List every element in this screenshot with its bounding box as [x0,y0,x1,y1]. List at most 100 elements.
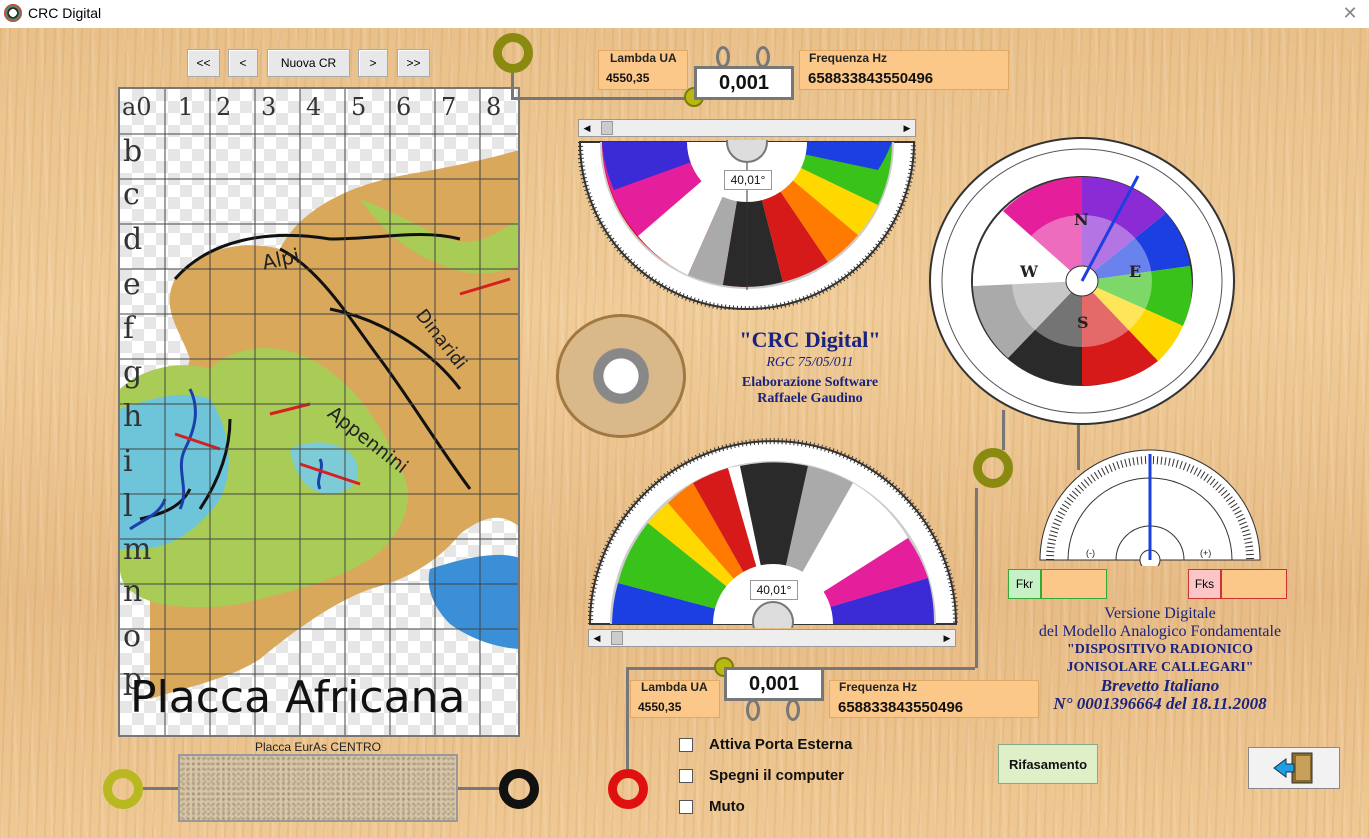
map-row-o: o [123,619,142,654]
top-slider-left-arrow[interactable]: ◀ [579,120,595,136]
map-col-5: 5 [351,93,367,121]
first-cr-button[interactable]: << [187,49,220,77]
app-icon [4,4,22,22]
gauge-plus: (+) [1200,548,1212,558]
map-col-1: 1 [178,93,194,121]
plate-sample-box[interactable] [178,754,458,822]
top-slider-right-arrow[interactable]: ▶ [899,120,915,136]
version-line-5: Brevetto Italiano [1100,676,1220,695]
exit-door-icon [1273,752,1313,784]
shutdown-option[interactable]: Spegni il computer [679,767,844,784]
mute-label: Muto [709,798,745,815]
exit-button[interactable] [1248,747,1340,789]
compass-w: W [1020,262,1038,281]
close-button[interactable]: ✕ [1339,2,1361,24]
top-slider-thumb[interactable] [601,121,613,135]
bottom-freq-value: 658833843550496 [838,699,964,716]
top-lambda-value: 4550,35 [606,71,650,85]
map-col-6: 6 [396,93,412,121]
fkr-label: Fkr [1008,569,1041,599]
top-connector-ring[interactable] [493,33,533,73]
gauge-minus: (-) [1086,548,1095,558]
version-line-4: JONISOLARE CALLEGARI" [1066,660,1254,675]
map-title: Placca Africana [130,672,466,723]
connector-line [458,787,500,790]
map-col-4: 4 [306,93,322,121]
mute-checkbox[interactable] [679,799,693,814]
title-bar: CRC Digital ✕ [0,0,1369,26]
bottom-step-value[interactable]: 0,001 [724,667,824,701]
compass-e: E [1129,262,1142,281]
plate-right-ring[interactable] [499,769,539,809]
bottom-slider-thumb[interactable] [611,631,623,645]
map-row-l: l [123,489,133,524]
fkr-value[interactable] [1041,569,1107,599]
map-row-h: h [123,399,143,434]
rifasamento-button[interactable]: Rifasamento [998,744,1098,784]
map-row-m: m [123,532,152,567]
bottom-slider-right-arrow[interactable]: ▶ [939,630,955,646]
top-lambda-title: Lambda UA [610,51,677,65]
connector-line [975,488,978,668]
bottom-red-ring[interactable] [608,769,648,809]
prev-cr-button[interactable]: < [228,49,258,77]
map-col-2: 2 [216,93,232,121]
compass-dial[interactable] [928,136,1236,426]
top-step-knob-left [716,46,730,68]
compass-s: S [1077,313,1089,332]
map-col-8: 8 [486,93,502,121]
external-port-checkbox[interactable] [679,737,693,752]
crc-author: Raffaele Gaudino [757,391,863,406]
tectonic-map[interactable]: a0 1 2 3 4 5 6 7 8 b c d e f g h i l m n… [118,87,520,737]
compass-n: N [1074,210,1089,229]
last-cr-button[interactable]: >> [397,49,430,77]
fkr-box[interactable]: Fkr [1008,569,1107,599]
pro-scienza-logo [556,314,686,438]
window-title: CRC Digital [28,5,102,21]
top-angle-field[interactable]: 40,01° [724,170,772,190]
bottom-slider[interactable]: ◀ ▶ [588,629,956,647]
map-drawing [120,89,518,735]
map-col-a0: a0 [122,93,152,121]
new-cr-button[interactable]: Nuova CR [267,49,350,77]
fks-label: Fks [1188,569,1221,599]
map-row-i: i [123,444,133,479]
map-col-3: 3 [261,93,277,121]
bottom-slider-left-arrow[interactable]: ◀ [589,630,605,646]
top-slider[interactable]: ◀ ▶ [578,119,916,137]
version-line-1: Versione Digitale [1104,605,1216,622]
map-row-c: c [123,177,140,212]
crc-title: "CRC Digital" [739,327,881,352]
fks-value[interactable] [1221,569,1287,599]
top-step-value[interactable]: 0,001 [694,66,794,100]
external-port-option[interactable]: Attiva Porta Esterna [679,736,852,753]
connector-line [511,73,514,100]
map-row-f: f [123,311,135,346]
fk-gauge[interactable] [1038,448,1262,566]
map-row-e: e [123,267,141,302]
shutdown-checkbox[interactable] [679,768,693,783]
top-protractor[interactable] [578,140,916,310]
bottom-step-knob-right [786,699,800,721]
mid-right-ring[interactable] [973,448,1013,488]
crc-software-line: Elaborazione Software [741,375,879,390]
map-row-d: d [123,222,143,257]
next-cr-button[interactable]: > [358,49,388,77]
mute-option[interactable]: Muto [679,798,745,815]
top-freq-title: Frequenza Hz [809,51,888,65]
version-line-2: del Modello Analogico Fondamentale [1038,623,1282,640]
connector-line [143,787,178,790]
connector-line [626,668,629,769]
connector-line [511,97,694,100]
bottom-lambda-value: 4550,35 [638,700,682,714]
shutdown-label: Spegni il computer [709,767,845,784]
fks-box[interactable]: Fks [1188,569,1287,599]
version-line-3: "DISPOSITIVO RADIONICO [1066,642,1254,657]
external-port-label: Attiva Porta Esterna [709,736,853,753]
plate-left-ring[interactable] [103,769,143,809]
bottom-angle-field[interactable]: 40,01° [750,580,798,600]
connector-line [626,667,724,670]
top-freq-value: 658833843550496 [808,70,934,87]
version-info: Versione Digitale del Modello Analogico … [1000,605,1320,713]
map-row-b: b [123,134,143,169]
